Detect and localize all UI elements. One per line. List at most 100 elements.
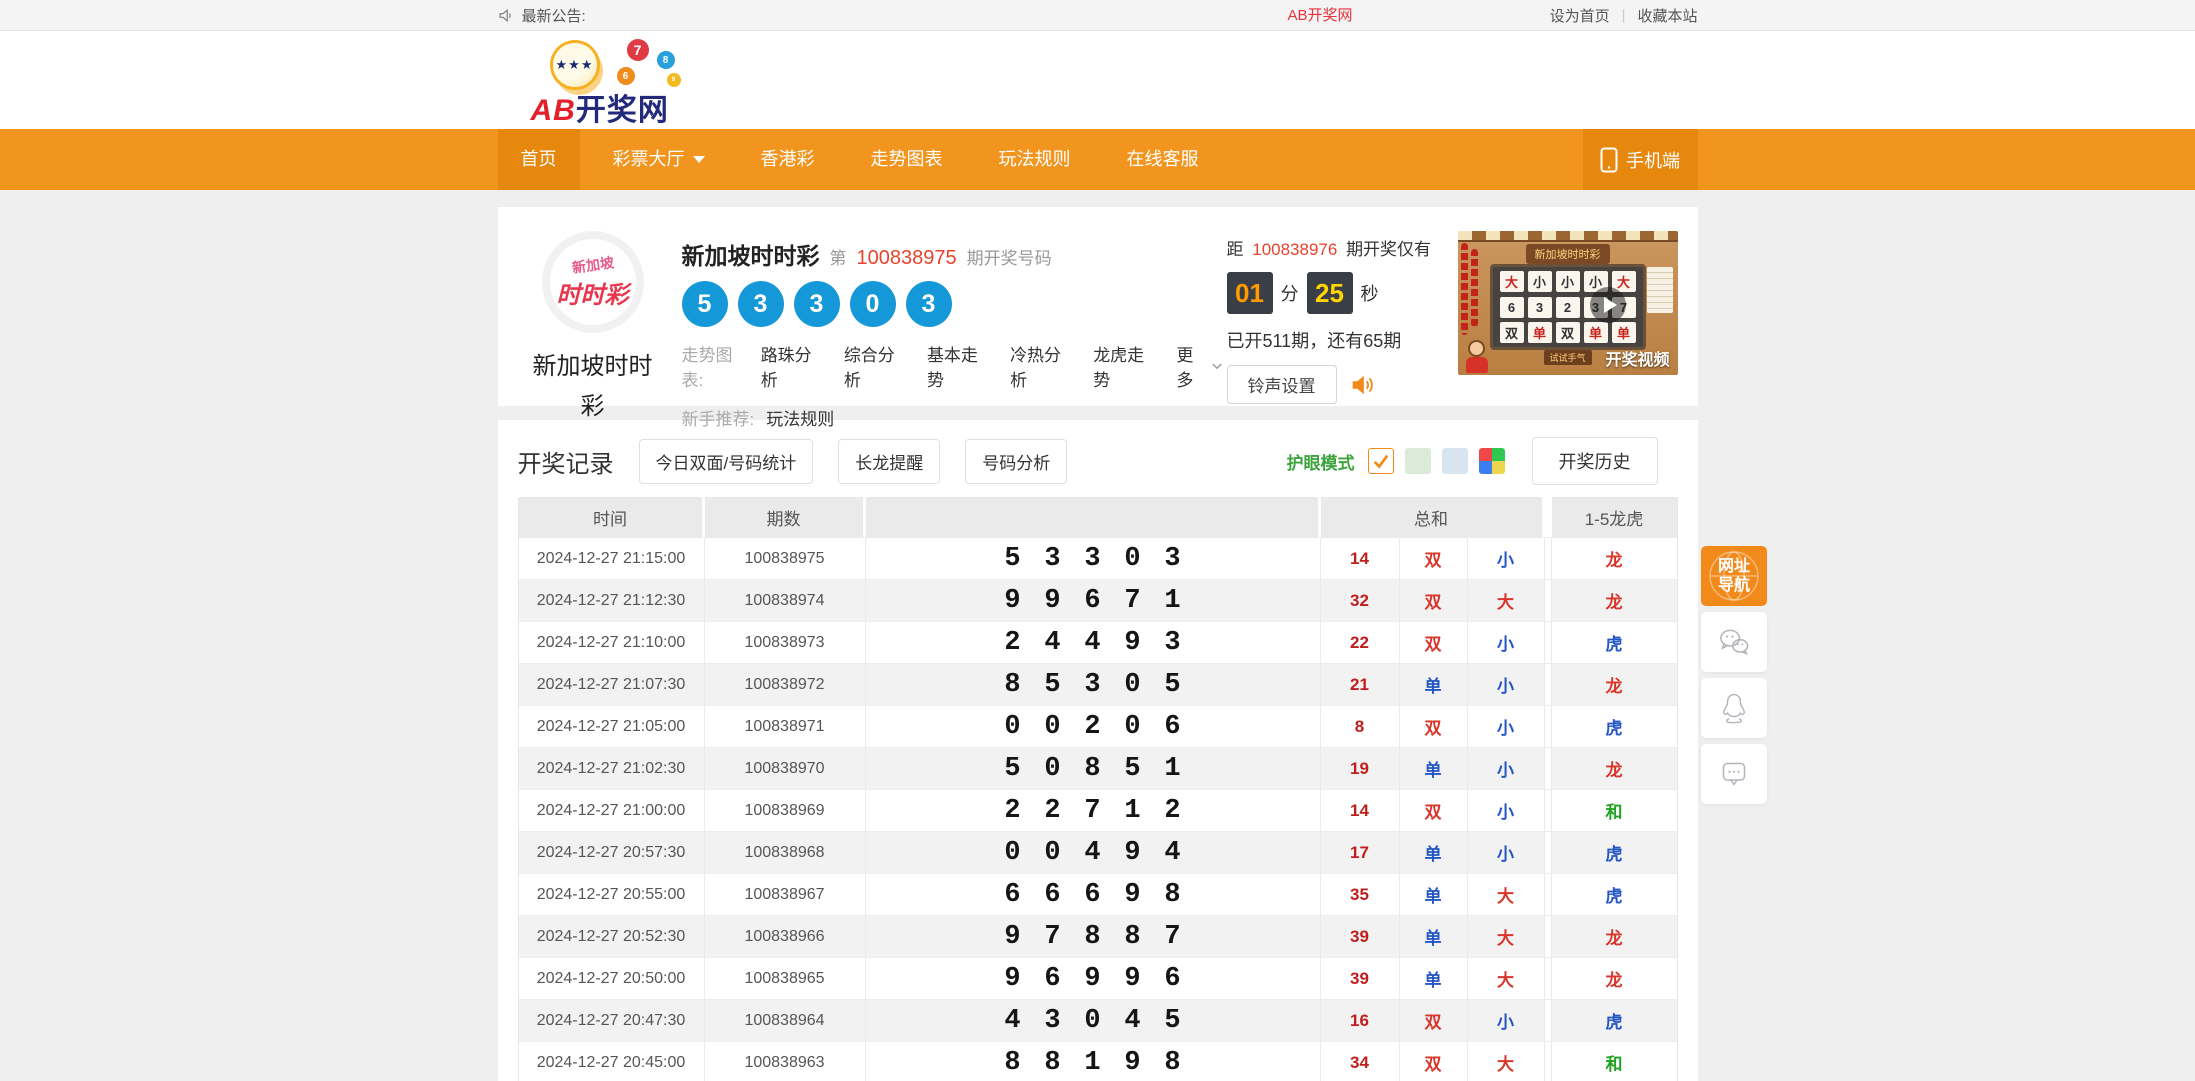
header-gap (1545, 497, 1552, 537)
draw-digit: 0 (1113, 712, 1153, 742)
cell-time: 2024-12-27 21:12:30 (519, 580, 705, 621)
cell-size: 小 (1468, 664, 1545, 705)
draw-video-thumbnail[interactable]: 新加坡时时彩 大小小小大63237双单双单单 试试手气 开奖视频 (1458, 231, 1678, 375)
nav-item-首页[interactable]: 首页 (498, 129, 580, 190)
cell-parity: 双 (1400, 622, 1468, 663)
eye-mode-multicolor-swatch[interactable] (1479, 448, 1505, 474)
board-tile: 单 (1528, 322, 1552, 343)
set-home-link[interactable]: 设为首页 (1550, 5, 1610, 26)
more-link[interactable]: 更多 (1176, 341, 1222, 391)
cell-dragon-tiger: 虎 (1552, 706, 1677, 747)
cell-dragon-tiger: 龙 (1552, 748, 1677, 789)
next-issue-number: 100838976 (1252, 240, 1337, 259)
play-icon[interactable] (1590, 287, 1626, 323)
nav-item-玩法规则[interactable]: 玩法规则 (976, 129, 1094, 190)
cell-issue: 100838968 (705, 832, 866, 873)
site-nav-button[interactable]: 网址 导航 (1701, 546, 1767, 606)
draw-digit: 0 (1033, 838, 1073, 868)
cell-dragon-tiger: 龙 (1552, 580, 1677, 621)
main-nav: 首页彩票大厅香港彩走势图表玩法规则在线客服 手机端 (0, 129, 2195, 190)
announcement-label: 最新公告: (522, 5, 586, 26)
table-row: 2024-12-27 21:05:00100838971002068双小虎 (519, 705, 1677, 747)
ring-settings-button[interactable]: 铃声设置 (1227, 365, 1337, 404)
floating-panel: 网址 导航 (1701, 546, 1767, 810)
check-icon (1372, 452, 1390, 470)
draw-digit: 3 (1073, 670, 1113, 700)
cell-dragon-tiger: 龙 (1552, 538, 1677, 579)
current-draw-panel: 新加坡 时时彩 新加坡时时彩 新加坡时时彩 第 100838975 期开奖号码 … (498, 207, 1698, 406)
header-dragon-tiger: 1-5龙虎 (1552, 497, 1677, 537)
cell-time: 2024-12-27 20:57:30 (519, 832, 705, 873)
swatch-quadrant (1479, 448, 1492, 461)
table-row: 2024-12-27 21:02:301008389705085119单小龙 (519, 747, 1677, 789)
header-time: 时间 (519, 497, 705, 537)
awning-graphic (1458, 231, 1678, 242)
tool-button-号码分析[interactable]: 号码分析 (965, 439, 1067, 484)
column-gap (1545, 1000, 1552, 1041)
sound-on-icon[interactable] (1349, 372, 1375, 398)
mobile-version-button[interactable]: 手机端 (1583, 129, 1698, 190)
trend-link-路珠分析[interactable]: 路珠分析 (761, 341, 822, 391)
cell-dragon-tiger: 虎 (1552, 832, 1677, 873)
column-gap (1545, 1042, 1552, 1081)
nav-item-彩票大厅[interactable]: 彩票大厅 (590, 129, 728, 190)
message-button[interactable] (1701, 744, 1767, 804)
swatch-quadrant (1479, 461, 1492, 474)
eye-mode-default-checkbox[interactable] (1368, 448, 1394, 474)
nav-item-走势图表[interactable]: 走势图表 (848, 129, 966, 190)
tool-button-今日双面/号码统计[interactable]: 今日双面/号码统计 (639, 439, 814, 484)
records-table: 时间 期数 总和 1-5龙虎 2024-12-27 21:15:00100838… (518, 497, 1678, 1081)
board-tile: 小 (1528, 271, 1552, 292)
announcement-bar: 最新公告: AB开奖网 设为首页 | 收藏本站 (0, 0, 2195, 31)
cell-size: 大 (1468, 958, 1545, 999)
cell-parity: 单 (1400, 832, 1468, 873)
cell-time: 2024-12-27 21:10:00 (519, 622, 705, 663)
cell-parity: 单 (1400, 664, 1468, 705)
table-row: 2024-12-27 20:55:001008389676669835单大虎 (519, 873, 1677, 915)
favorite-link[interactable]: 收藏本站 (1637, 5, 1697, 26)
countdown-timer: 01 分 25 秒 (1227, 272, 1419, 314)
cell-parity: 双 (1400, 706, 1468, 747)
cell-sum: 39 (1321, 916, 1400, 957)
table-row: 2024-12-27 20:47:301008389644304516双小虎 (519, 999, 1677, 1041)
cell-dragon-tiger: 虎 (1552, 622, 1677, 663)
qq-button[interactable] (1701, 678, 1767, 738)
eye-mode-blue-swatch[interactable] (1442, 448, 1468, 474)
lottery-name-label: 新加坡时时彩 (528, 347, 658, 427)
eye-mode-green-swatch[interactable] (1405, 448, 1431, 474)
trend-link-综合分析[interactable]: 综合分析 (844, 341, 905, 391)
rules-link[interactable]: 玩法规则 (766, 405, 834, 430)
cell-issue: 100838966 (705, 916, 866, 957)
cell-sum: 19 (1321, 748, 1400, 789)
cell-parity: 双 (1400, 538, 1468, 579)
cell-sum: 14 (1321, 790, 1400, 831)
draw-digit: 6 (1153, 964, 1193, 994)
trend-link-冷热分析[interactable]: 冷热分析 (1010, 341, 1071, 391)
draw-history-button[interactable]: 开奖历史 (1532, 437, 1658, 485)
draw-digit: 3 (1033, 544, 1073, 574)
eye-mode-label: 护眼模式 (1287, 449, 1355, 474)
cell-issue: 100838970 (705, 748, 866, 789)
column-gap (1545, 538, 1552, 579)
chili-decoration (1471, 249, 1478, 327)
draw-digit: 4 (1113, 1006, 1153, 1036)
table-row: 2024-12-27 21:15:001008389755330314双小龙 (519, 537, 1677, 579)
draw-digit: 9 (1113, 628, 1153, 658)
draw-digit: 6 (1153, 712, 1193, 742)
site-logo[interactable]: ★★★ 7869 AB开奖网 (531, 37, 701, 129)
draw-digit: 3 (1153, 628, 1193, 658)
nav-item-香港彩[interactable]: 香港彩 (738, 129, 838, 190)
cell-parity: 双 (1400, 580, 1468, 621)
tool-button-长龙提醒[interactable]: 长龙提醒 (838, 439, 940, 484)
trend-link-龙虎走势[interactable]: 龙虎走势 (1093, 341, 1154, 391)
cell-dragon-tiger: 和 (1552, 790, 1677, 831)
cell-numbers: 00206 (866, 706, 1321, 747)
trend-link-基本走势[interactable]: 基本走势 (927, 341, 988, 391)
wechat-button[interactable] (1701, 612, 1767, 672)
cell-numbers: 43045 (866, 1000, 1321, 1041)
nav-item-在线客服[interactable]: 在线客服 (1104, 129, 1222, 190)
announcement-link[interactable]: AB开奖网 (1288, 0, 1353, 31)
draw-digit: 1 (1113, 796, 1153, 826)
cell-parity: 单 (1400, 958, 1468, 999)
newbie-row: 新手推荐: 玩法规则 (682, 405, 1227, 430)
